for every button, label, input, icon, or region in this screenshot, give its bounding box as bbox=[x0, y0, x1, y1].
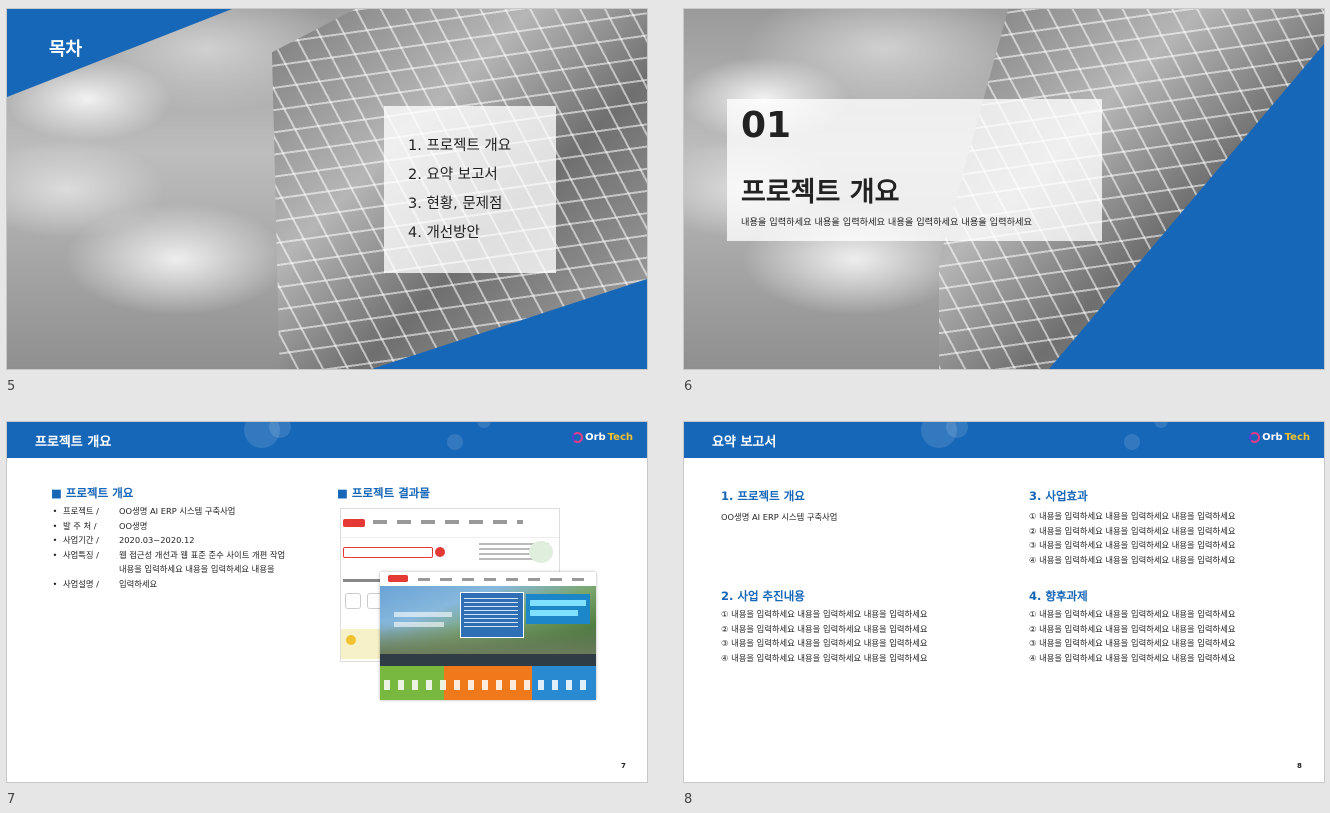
list-item: • 사업특징 / 웹 접근성 개선과 웹 표준 준수 사이트 개편 작업 bbox=[52, 549, 286, 560]
summary-section-title: 4. 향후과제 bbox=[1029, 589, 1088, 603]
toc-list: 1. 프로젝트 개요 2. 요약 보고서 3. 현황, 문제점 4. 개선방안 bbox=[408, 132, 511, 248]
summary-section-title: 1. 프로젝트 개요 bbox=[721, 489, 805, 503]
website-screenshot-2 bbox=[380, 572, 596, 700]
list-item: ① 내용을 입력하세요 내용을 입력하세요 내용을 입력하세요 bbox=[721, 609, 928, 619]
list-item: ③ 내용을 입력하세요 내용을 입력하세요 내용을 입력하세요 bbox=[1029, 638, 1236, 649]
slide-thumbnail-8[interactable]: 요약 보고서 Orb Tech 1. 프로젝트 개요 OO생명 AI ERP 시스… bbox=[684, 422, 1324, 782]
slide-number: 7 bbox=[7, 792, 16, 807]
list-item: ② 내용을 입력하세요 내용을 입력하세요 내용을 입력하세요 bbox=[1029, 623, 1236, 634]
slide-title: 목차 bbox=[49, 39, 83, 60]
slide-header-bar: 프로젝트 개요 Orb Tech bbox=[7, 422, 647, 458]
slide-thumbnail-5[interactable]: 목차 1. 프로젝트 개요 2. 요약 보고서 3. 현황, 문제점 4. 개선… bbox=[7, 9, 647, 369]
overview-title: ■ 프로젝트 개요 bbox=[51, 486, 134, 500]
list-item: OO생명 AI ERP 시스템 구축사업 bbox=[721, 512, 838, 522]
slide-number: 5 bbox=[7, 379, 16, 394]
toc-item: 3. 현황, 문제점 bbox=[408, 196, 503, 212]
header-title: 요약 보고서 bbox=[712, 435, 777, 450]
toc-item: 4. 개선방안 bbox=[408, 225, 480, 241]
list-item: ④ 내용을 입력하세요 내용을 입력하세요 내용을 입력하세요 bbox=[721, 652, 928, 663]
slide-number: 8 bbox=[684, 792, 693, 807]
list-item: ④ 내용을 입력하세요 내용을 입력하세요 내용을 입력하세요 bbox=[1029, 652, 1236, 663]
summary-section-body: ① 내용을 입력하세요 내용을 입력하세요 내용을 입력하세요 ② 내용을 입력… bbox=[1029, 509, 1235, 567]
list-item: ③ 내용을 입력하세요 내용을 입력하세요 내용을 입력하세요 bbox=[721, 638, 928, 649]
list-item: ③ 내용을 입력하세요 내용을 입력하세요 내용을 입력하세요 bbox=[1029, 540, 1236, 551]
list-item: • 프로젝트 / OO생명 AI ERP 시스템 구축사업 bbox=[52, 506, 236, 516]
header-title: 프로젝트 개요 bbox=[35, 435, 112, 450]
title-panel: 01 프로젝트 개요 내용을 입력하세요 내용을 입력하세요 내용을 입력하세요… bbox=[727, 99, 1102, 241]
list-item: • 발 주 처 / OO생명 bbox=[52, 520, 148, 531]
slide-header-bar: 요약 보고서 Orb Tech bbox=[684, 422, 1324, 458]
list-item: ① 내용을 입력하세요 내용을 입력하세요 내용을 입력하세요 bbox=[1029, 609, 1236, 619]
section-heading: 프로젝트 개요 bbox=[741, 177, 900, 208]
slide-thumbnail-6[interactable]: 01 프로젝트 개요 내용을 입력하세요 내용을 입력하세요 내용을 입력하세요… bbox=[684, 9, 1324, 369]
section-subtitle: 내용을 입력하세요 내용을 입력하세요 내용을 입력하세요 내용을 입력하세요 bbox=[741, 217, 1032, 228]
list-item: ② 내용을 입력하세요 내용을 입력하세요 내용을 입력하세요 bbox=[1029, 525, 1236, 536]
summary-section-title: 2. 사업 추진내용 bbox=[721, 589, 805, 603]
slide-number: 6 bbox=[684, 379, 693, 394]
toc-item: 2. 요약 보고서 bbox=[408, 167, 498, 183]
list-item: • 사업기간 /2020.03~2020.12 bbox=[52, 535, 195, 545]
slide-thumbnail-7[interactable]: 프로젝트 개요 Orb Tech ■ 프로젝트 개요 • 프로젝트 / OO생명 AI… bbox=[7, 422, 647, 782]
toc-item: 1. 프로젝트 개요 bbox=[408, 138, 512, 154]
section-number: 01 bbox=[741, 105, 792, 146]
summary-section-body: ① 내용을 입력하세요 내용을 입력하세요 내용을 입력하세요 ② 내용을 입력… bbox=[1029, 607, 1235, 665]
blue-corner-bottom-right bbox=[372, 279, 647, 369]
list-item: • 사업설명 / 입력하세요 bbox=[52, 578, 158, 589]
results-title: ■ 프로젝트 결과물 bbox=[337, 486, 430, 500]
toc-panel: 1. 프로젝트 개요 2. 요약 보고서 3. 현황, 문제점 4. 개선방안 bbox=[384, 106, 556, 273]
overview-list: • 프로젝트 / OO생명 AI ERP 시스템 구축사업 • 발 주 처 / OO생명… bbox=[47, 504, 286, 591]
summary-section-body: ① 내용을 입력하세요 내용을 입력하세요 내용을 입력하세요 ② 내용을 입력… bbox=[721, 607, 927, 665]
summary-section-body: OO생명 AI ERP 시스템 구축사업 bbox=[721, 510, 837, 525]
list-item: ② 내용을 입력하세요 내용을 입력하세요 내용을 입력하세요 bbox=[721, 623, 928, 634]
orbtech-logo: Orb Tech bbox=[572, 432, 633, 443]
list-item: ① 내용을 입력하세요 내용을 입력하세요 내용을 입력하세요 bbox=[1029, 511, 1236, 521]
list-item: ④ 내용을 입력하세요 내용을 입력하세요 내용을 입력하세요 bbox=[1029, 554, 1236, 565]
orbtech-logo: Orb Tech bbox=[1249, 432, 1310, 443]
blue-corner-top-left bbox=[7, 9, 232, 97]
page-number: 7 bbox=[621, 762, 626, 770]
summary-section-title: 3. 사업효과 bbox=[1029, 489, 1088, 503]
list-item-continuation: 내용을 입력하세요 내용을 입력하세요 내용을 bbox=[119, 564, 275, 574]
page-number: 8 bbox=[1297, 762, 1302, 770]
